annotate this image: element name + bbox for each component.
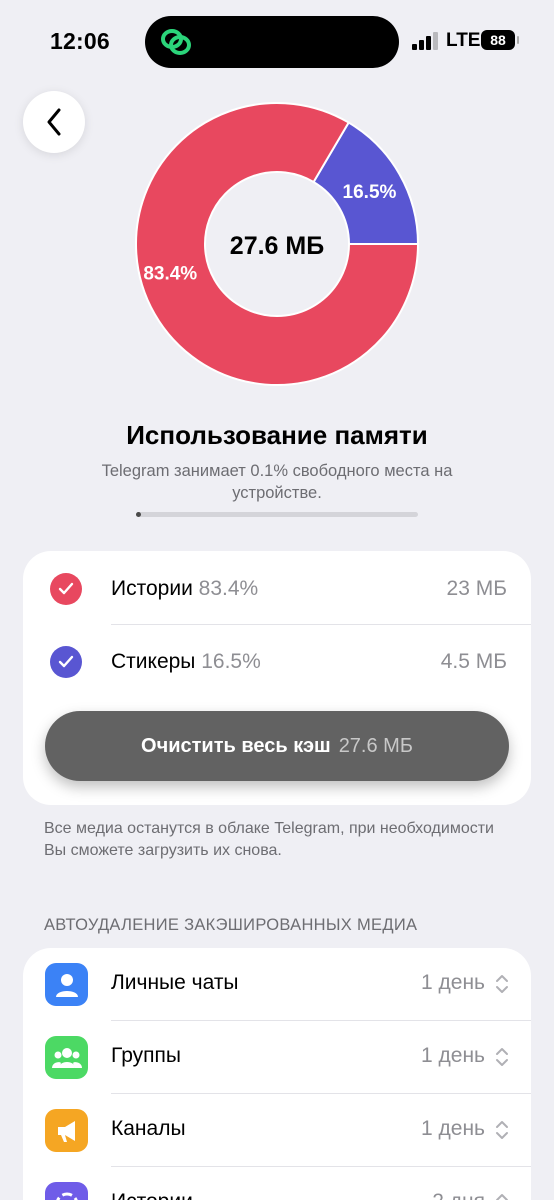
category-size: 4.5 МБ	[440, 650, 507, 673]
cache-card: Истории 83.4% 23 МБ Стикеры 16.5% 4.5 МБ…	[23, 551, 531, 805]
category-percent: 16.5%	[201, 650, 261, 673]
page-title: Использование памяти	[126, 420, 428, 450]
auto-delete-header: АВТОУДАЛЕНИЕ ЗАКЭШИРОВАННЫХ МЕДИА	[44, 916, 418, 934]
checkbox-checked-icon[interactable]	[50, 646, 82, 678]
cellular-signal-icon	[412, 32, 438, 50]
auto-delete-row-stories[interactable]: Истории 2 дня	[23, 1167, 531, 1200]
stories-icon	[45, 1182, 88, 1200]
category-size: 23 МБ	[446, 577, 507, 600]
storage-donut-chart: 16.5% 83.4% 27.6 МБ	[135, 102, 419, 386]
auto-delete-row-private-chats[interactable]: Личные чаты 1 день	[23, 948, 531, 1021]
chevron-up-down-icon	[496, 975, 508, 993]
storage-progress-bar	[136, 512, 418, 517]
network-type: LTE	[446, 30, 481, 51]
status-time: 12:06	[50, 28, 110, 54]
auto-delete-list: Личные чаты 1 день Группы 1 день Каналы …	[23, 948, 531, 1200]
category-name: Истории	[111, 577, 193, 600]
auto-delete-value: 1 день	[421, 1117, 485, 1140]
clear-cache-size: 27.6 МБ	[338, 734, 413, 757]
category-percent: 83.4%	[198, 577, 259, 600]
category-name: Стикеры	[111, 650, 196, 673]
auto-delete-value: 1 день	[421, 971, 485, 994]
storage-progress-fill	[136, 512, 141, 517]
category-label: Истории 83.4%	[111, 577, 258, 601]
clear-cache-label: Очистить весь кэш	[141, 734, 331, 757]
auto-delete-label: Группы	[111, 1044, 181, 1067]
auto-delete-label: Личные чаты	[111, 971, 239, 994]
auto-delete-value: 2 дня	[432, 1190, 485, 1200]
battery-icon: 88	[481, 30, 519, 50]
group-icon	[45, 1036, 88, 1079]
auto-delete-label: Каналы	[111, 1117, 186, 1140]
auto-delete-label: Истории	[111, 1190, 193, 1200]
category-row-stories[interactable]: Истории 83.4% 23 МБ	[23, 553, 531, 625]
person-icon	[45, 963, 88, 1006]
link-app-icon	[161, 29, 191, 55]
auto-delete-value: 1 день	[421, 1044, 485, 1067]
back-button[interactable]	[23, 91, 85, 153]
chevron-up-down-icon	[496, 1121, 508, 1139]
auto-delete-row-channels[interactable]: Каналы 1 день	[23, 1094, 531, 1167]
dynamic-island	[145, 16, 399, 68]
clear-cache-button[interactable]: Очистить весь кэш 27.6 МБ	[45, 711, 509, 781]
auto-delete-row-groups[interactable]: Группы 1 день	[23, 1021, 531, 1094]
cache-footnote: Все медиа останутся в облаке Telegram, п…	[44, 820, 494, 859]
chevron-up-down-icon	[496, 1048, 508, 1066]
status-bar: 12:06 LTE 88	[0, 0, 554, 84]
chevron-up-down-icon	[496, 1194, 508, 1200]
chevron-left-icon	[47, 108, 61, 136]
chart-center-label: 27.6 МБ	[230, 232, 324, 260]
storage-subtitle: Telegram занимает 0.1% свободного места …	[101, 462, 453, 502]
donut-slice-label: 83.4%	[143, 264, 197, 285]
megaphone-icon	[45, 1109, 88, 1152]
category-label: Стикеры 16.5%	[111, 650, 261, 674]
battery-level: 88	[490, 32, 506, 48]
checkbox-checked-icon[interactable]	[50, 573, 82, 605]
category-row-stickers[interactable]: Стикеры 16.5% 4.5 МБ	[23, 626, 531, 698]
donut-slice-label: 16.5%	[343, 182, 397, 203]
divider	[111, 624, 531, 625]
